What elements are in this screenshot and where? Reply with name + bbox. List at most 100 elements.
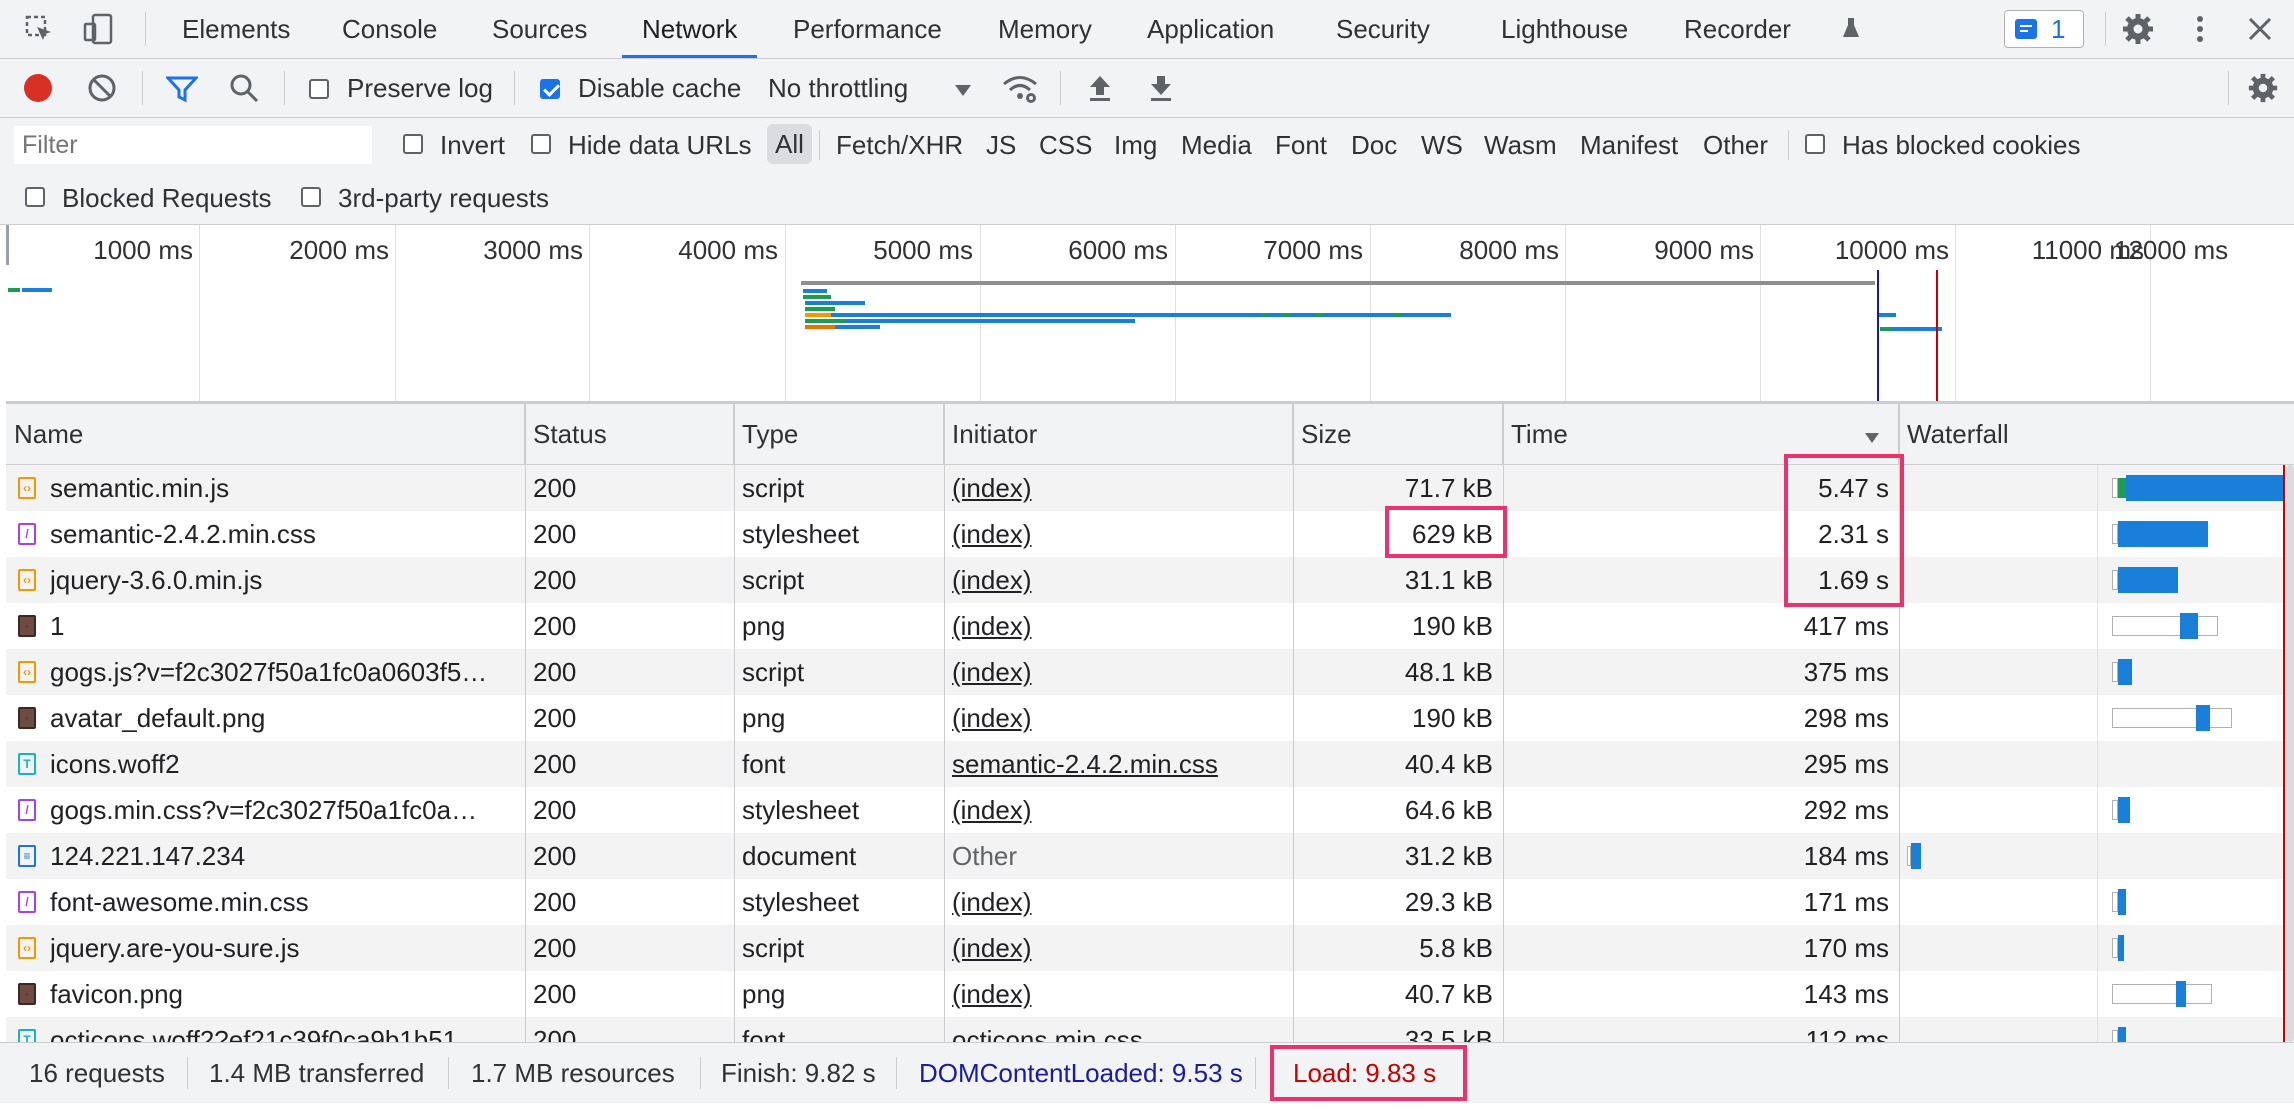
request-initiator[interactable]: (index): [952, 879, 1290, 925]
request-initiator[interactable]: (index): [952, 465, 1290, 511]
invert-label[interactable]: Invert: [440, 130, 505, 161]
disable-cache-label[interactable]: Disable cache: [578, 59, 741, 117]
has-blocked-cookies-label[interactable]: Has blocked cookies: [1842, 130, 2080, 161]
request-name[interactable]: 1: [50, 603, 520, 649]
third-party-requests-label[interactable]: 3rd-party requests: [338, 183, 549, 214]
table-row[interactable]: Tocticons.woff2?ef21c39f0ca9b1b51… 200 fon…: [6, 1017, 2294, 1042]
column-header-type[interactable]: Type: [734, 404, 944, 464]
request-name[interactable]: favicon.png: [50, 971, 520, 1017]
tab-recorder[interactable]: Recorder: [1684, 0, 1791, 58]
request-name[interactable]: icons.woff2: [50, 741, 520, 787]
network-conditions-icon[interactable]: [1001, 73, 1039, 110]
request-name[interactable]: jquery.are-you-sure.js: [50, 925, 520, 971]
tab-performance[interactable]: Performance: [793, 0, 942, 58]
request-initiator[interactable]: octicons.min.css: [952, 1017, 1290, 1042]
preserve-log-label[interactable]: Preserve log: [347, 59, 493, 117]
request-initiator[interactable]: (index): [952, 925, 1290, 971]
network-overview[interactable]: 1000 ms 2000 ms 3000 ms 4000 ms 5000 ms …: [6, 225, 2294, 404]
table-row[interactable]: ▪ favicon.png 200 png (index) 40.7 kB 143 ms: [6, 971, 2294, 1017]
tab-sources[interactable]: Sources: [492, 0, 587, 58]
request-name[interactable]: font-awesome.min.css: [50, 879, 520, 925]
issues-button[interactable]: 1: [2004, 10, 2084, 48]
table-row[interactable]: ≡ 124.221.147.234 200 document Other 31.2 kB 1…: [6, 833, 2294, 879]
request-name[interactable]: jquery-3.6.0.min.js: [50, 557, 520, 603]
preserve-log-checkbox[interactable]: [309, 79, 329, 99]
tab-application[interactable]: Application: [1147, 0, 1274, 58]
settings-icon[interactable]: [2121, 12, 2155, 51]
type-filter-img[interactable]: Img: [1114, 130, 1157, 161]
inspect-element-icon[interactable]: [24, 14, 54, 44]
third-party-requests-checkbox[interactable]: [301, 187, 321, 207]
import-har-icon[interactable]: [1087, 73, 1113, 108]
request-name[interactable]: 124.221.147.234: [50, 833, 520, 879]
search-icon[interactable]: [229, 73, 259, 108]
export-har-icon[interactable]: [1148, 73, 1174, 108]
hide-data-urls-label[interactable]: Hide data URLs: [568, 130, 752, 161]
request-initiator[interactable]: (index): [952, 787, 1290, 833]
type-filter-css[interactable]: CSS: [1039, 130, 1092, 161]
has-blocked-cookies-checkbox[interactable]: [1805, 134, 1825, 154]
table-row[interactable]: ‹› jquery-3.6.0.min.js 200 script (index) 31.…: [6, 557, 2294, 603]
column-header-initiator[interactable]: Initiator: [944, 404, 1293, 464]
table-row[interactable]: ‹› jquery.are-you-sure.js 200 script (index)…: [6, 925, 2294, 971]
table-row[interactable]: / gogs.min.css?v=f2c3027f50a1fc0a… 200 styl…: [6, 787, 2294, 833]
sort-descending-icon[interactable]: [1865, 430, 1879, 448]
device-toolbar-icon[interactable]: [82, 12, 116, 46]
request-initiator[interactable]: (index): [952, 511, 1290, 557]
request-initiator[interactable]: (index): [952, 695, 1290, 741]
table-row[interactable]: ▪ avatar_default.png 200 png (index) 190 kB 29…: [6, 695, 2294, 741]
column-header-time[interactable]: Time: [1503, 404, 1899, 464]
type-filter-all[interactable]: All: [767, 124, 812, 164]
type-filter-ws[interactable]: WS: [1421, 130, 1463, 161]
request-initiator[interactable]: (index): [952, 603, 1290, 649]
hide-data-urls-checkbox[interactable]: [531, 134, 551, 154]
request-name[interactable]: octicons.woff2?ef21c39f0ca9b1b51…: [50, 1017, 520, 1042]
column-header-waterfall[interactable]: Waterfall: [1899, 404, 2294, 464]
record-button[interactable]: [24, 74, 52, 102]
request-name[interactable]: semantic.min.js: [50, 465, 520, 511]
column-header-status[interactable]: Status: [525, 404, 734, 464]
close-devtools-icon[interactable]: [2247, 16, 2273, 47]
request-name[interactable]: gogs.js?v=f2c3027f50a1fc0a0603f5…: [50, 649, 520, 695]
column-header-name[interactable]: Name: [6, 404, 525, 464]
type-filter-manifest[interactable]: Manifest: [1580, 130, 1678, 161]
tab-console[interactable]: Console: [342, 0, 437, 58]
request-initiator[interactable]: semantic-2.4.2.min.css: [952, 741, 1290, 787]
tab-elements[interactable]: Elements: [182, 0, 290, 58]
tab-memory[interactable]: Memory: [998, 0, 1092, 58]
request-initiator[interactable]: (index): [952, 557, 1290, 603]
table-row[interactable]: / semantic-2.4.2.min.css 200 stylesheet (ind…: [6, 511, 2294, 557]
tab-network[interactable]: Network: [622, 0, 758, 58]
column-header-size[interactable]: Size: [1293, 404, 1503, 464]
request-initiator[interactable]: (index): [952, 971, 1290, 1017]
request-initiator[interactable]: (index): [952, 649, 1290, 695]
more-options-icon[interactable]: [2193, 12, 2207, 51]
network-settings-icon[interactable]: [2247, 72, 2279, 109]
table-row[interactable]: ‹› gogs.js?v=f2c3027f50a1fc0a0603f5… 200 sc…: [6, 649, 2294, 695]
filter-input[interactable]: [14, 126, 372, 164]
request-name[interactable]: semantic-2.4.2.min.css: [50, 511, 520, 557]
blocked-requests-label[interactable]: Blocked Requests: [62, 183, 272, 214]
blocked-requests-checkbox[interactable]: [25, 187, 45, 207]
disable-cache-checkbox[interactable]: [540, 79, 560, 99]
throttling-select[interactable]: No throttling: [768, 59, 908, 117]
waterfall-scrollbar[interactable]: [2286, 465, 2294, 1042]
type-filter-wasm[interactable]: Wasm: [1484, 130, 1557, 161]
table-row[interactable]: ▪ 1 200 png (index) 190 kB 417 ms: [6, 603, 2294, 649]
table-row[interactable]: Ticons.woff2 200 font semantic-2.4.2.min.cs…: [6, 741, 2294, 787]
table-row[interactable]: ‹› semantic.min.js 200 script (index) 71.7 kB…: [6, 465, 2294, 511]
clear-icon[interactable]: [87, 73, 117, 108]
type-filter-other[interactable]: Other: [1703, 130, 1768, 161]
filter-icon[interactable]: [164, 75, 200, 108]
type-filter-media[interactable]: Media: [1181, 130, 1252, 161]
type-filter-js[interactable]: JS: [986, 130, 1016, 161]
invert-checkbox[interactable]: [403, 134, 423, 154]
tab-security[interactable]: Security: [1336, 0, 1430, 58]
chevron-down-icon[interactable]: [955, 84, 971, 102]
request-name[interactable]: avatar_default.png: [50, 695, 520, 741]
type-filter-font[interactable]: Font: [1275, 130, 1327, 161]
type-filter-fetch-xhr[interactable]: Fetch/XHR: [836, 130, 963, 161]
table-row[interactable]: / font-awesome.min.css 200 stylesheet (index…: [6, 879, 2294, 925]
request-name[interactable]: gogs.min.css?v=f2c3027f50a1fc0a…: [50, 787, 520, 833]
tab-lighthouse[interactable]: Lighthouse: [1501, 0, 1628, 58]
